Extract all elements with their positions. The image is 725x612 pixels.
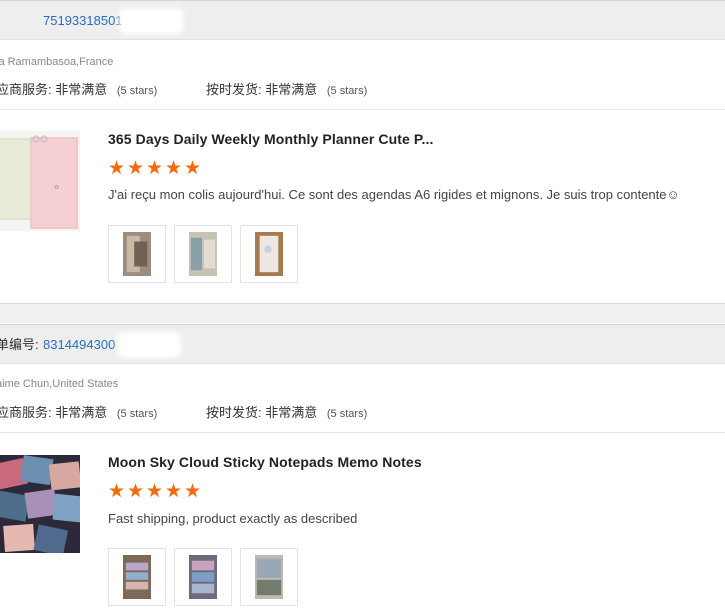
review-photo[interactable] bbox=[108, 225, 166, 283]
star-icon: ★ bbox=[184, 481, 202, 502]
order-header: 单编号: 8314494300 bbox=[0, 324, 725, 364]
review-photo[interactable] bbox=[240, 548, 298, 606]
star-icon: ★ bbox=[165, 481, 183, 502]
photo-icon bbox=[189, 555, 217, 599]
star-icon: ★ bbox=[165, 158, 183, 179]
seller-ratings: 应商服务: 非常满意 (5 stars) 按时发货: 非常满意 (5 stars… bbox=[0, 79, 367, 98]
review-photo[interactable] bbox=[240, 225, 298, 283]
rating-label: 应商服务: bbox=[0, 82, 52, 97]
product-thumbnail[interactable]: ✿ bbox=[0, 131, 80, 231]
rating-stars-text: (5 stars) bbox=[116, 408, 158, 420]
photo-icon bbox=[189, 232, 217, 276]
review-comment: Fast shipping, product exactly as descri… bbox=[108, 511, 358, 526]
review-photo[interactable] bbox=[174, 548, 232, 606]
product-thumbnail[interactable] bbox=[0, 455, 80, 553]
rating-label: 应商服务: bbox=[0, 405, 52, 420]
star-icon: ★ bbox=[146, 481, 164, 502]
order-number-link[interactable]: 751933185010 bbox=[43, 1, 130, 41]
rating-label: 按时发货: bbox=[206, 82, 262, 97]
star-rating: ★ ★ ★ ★ ★ bbox=[108, 481, 203, 502]
divider bbox=[0, 109, 725, 110]
rating-stars-text: (5 stars) bbox=[326, 408, 368, 420]
star-icon: ★ bbox=[108, 481, 126, 502]
notepad-image-icon bbox=[0, 455, 80, 553]
review-comment: J'ai reçu mon colis aujourd'hui. Ce sont… bbox=[108, 187, 680, 202]
rating-value: 非常满意 bbox=[55, 405, 108, 420]
star-rating: ★ ★ ★ ★ ★ bbox=[108, 158, 203, 179]
product-title[interactable]: Moon Sky Cloud Sticky Notepads Memo Note… bbox=[108, 454, 422, 470]
star-icon: ★ bbox=[108, 158, 126, 179]
review-photo[interactable] bbox=[174, 225, 232, 283]
star-icon: ★ bbox=[127, 481, 145, 502]
shipping-rating: 按时发货: 非常满意 (5 stars) bbox=[206, 79, 367, 98]
section-divider bbox=[0, 303, 725, 323]
planner-image-icon: ✿ bbox=[0, 131, 80, 231]
buyer-name: la Ramambasoa,France bbox=[0, 56, 114, 68]
rating-value: 非常满意 bbox=[265, 82, 318, 97]
photo-icon bbox=[123, 555, 151, 599]
star-icon: ★ bbox=[127, 158, 145, 179]
order-header: 751933185010 bbox=[0, 0, 725, 40]
buyer-name: aime Chun,United States bbox=[0, 378, 119, 390]
rating-stars-text: (5 stars) bbox=[116, 85, 158, 97]
rating-value: 非常满意 bbox=[55, 82, 108, 97]
order-number-link[interactable]: 8314494300 bbox=[43, 325, 115, 365]
redaction-mask bbox=[120, 335, 178, 355]
star-icon: ★ bbox=[146, 158, 164, 179]
review-photo[interactable] bbox=[108, 548, 166, 606]
svg-text:✿: ✿ bbox=[54, 184, 59, 191]
star-icon: ★ bbox=[184, 158, 202, 179]
photo-icon bbox=[123, 232, 151, 276]
photo-icon bbox=[255, 232, 283, 276]
rating-stars-text: (5 stars) bbox=[326, 85, 368, 97]
order-number-label: 单编号: bbox=[0, 337, 39, 352]
photo-icon bbox=[255, 555, 283, 599]
shipping-rating: 按时发货: 非常满意 (5 stars) bbox=[206, 402, 367, 421]
divider bbox=[0, 432, 725, 433]
seller-ratings: 应商服务: 非常满意 (5 stars) 按时发货: 非常满意 (5 stars… bbox=[0, 402, 367, 421]
product-title[interactable]: 365 Days Daily Weekly Monthly Planner Cu… bbox=[108, 131, 434, 147]
rating-value: 非常满意 bbox=[265, 405, 318, 420]
redaction-mask bbox=[122, 11, 180, 31]
rating-label: 按时发货: bbox=[206, 405, 262, 420]
